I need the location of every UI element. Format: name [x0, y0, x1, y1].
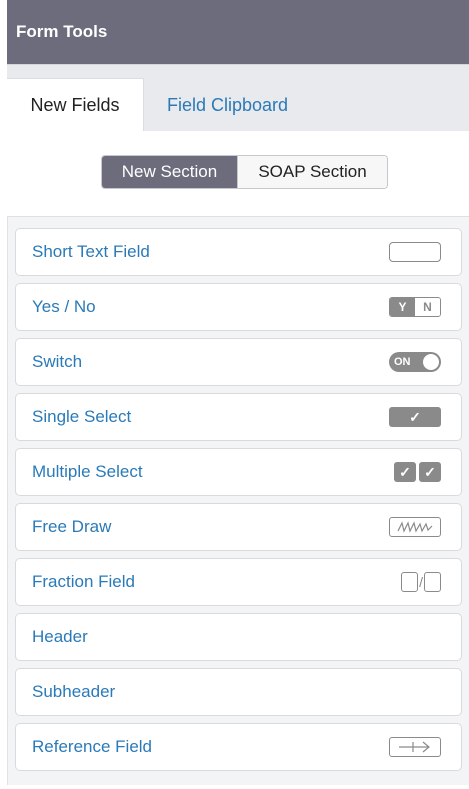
switch-icon: ON — [389, 352, 441, 372]
field-label: Subheader — [32, 682, 116, 701]
field-multiple-select[interactable]: Multiple Select ✓ ✓ — [15, 448, 462, 496]
multi-check-mark-1: ✓ — [394, 462, 416, 482]
field-label: Yes / No — [32, 297, 96, 316]
panel-header: Form Tools — [7, 0, 469, 64]
field-label: Single Select — [32, 407, 132, 426]
field-single-select[interactable]: Single Select ✓ — [15, 393, 462, 441]
multi-check-icon: ✓ ✓ — [394, 462, 441, 482]
single-check-mark: ✓ — [389, 407, 441, 427]
text-input-icon — [389, 242, 441, 262]
tab-bar: New Fields Field Clipboard — [7, 64, 469, 132]
field-free-draw[interactable]: Free Draw — [15, 503, 462, 551]
switch-icon-text: ON — [389, 352, 441, 372]
yes-no-icon-y: Y — [390, 298, 415, 316]
field-label: Reference Field — [32, 737, 153, 756]
field-subheader[interactable]: Subheader — [15, 668, 462, 716]
signature-icon — [389, 517, 441, 537]
field-label: Free Draw — [32, 517, 112, 536]
soap-section-button[interactable]: SOAP Section — [237, 156, 387, 188]
field-switch[interactable]: Switch ON — [15, 338, 462, 386]
field-reference[interactable]: Reference Field — [15, 723, 462, 771]
tab-field-clipboard[interactable]: Field Clipboard — [167, 78, 288, 132]
form-tools-panel: Form Tools New Fields Field Clipboard Ne… — [7, 0, 469, 789]
section-toggle: New Section SOAP Section — [101, 155, 388, 189]
fraction-icon: / — [401, 572, 441, 592]
yes-no-icon-n: N — [415, 298, 440, 316]
field-yes-no[interactable]: Yes / No Y N — [15, 283, 462, 331]
panel-title: Form Tools — [16, 22, 108, 41]
field-label: Switch — [32, 352, 83, 371]
reference-arrow-icon — [389, 737, 441, 757]
tab-new-fields[interactable]: New Fields — [7, 78, 144, 132]
fraction-slash: / — [419, 574, 423, 590]
section-toggle-area: New Section SOAP Section — [7, 131, 469, 217]
yes-no-icon: Y N — [389, 297, 441, 317]
single-check-icon: ✓ — [389, 407, 441, 427]
field-label: Header — [32, 627, 88, 646]
field-label: Short Text Field — [32, 242, 150, 261]
field-label: Fraction Field — [32, 572, 135, 591]
new-section-button[interactable]: New Section — [102, 156, 237, 188]
field-short-text[interactable]: Short Text Field — [15, 228, 462, 276]
field-list: Short Text Field Yes / No Y N Switch ON … — [7, 217, 469, 785]
field-header[interactable]: Header — [15, 613, 462, 661]
field-label: Multiple Select — [32, 462, 143, 481]
field-fraction[interactable]: Fraction Field / — [15, 558, 462, 606]
multi-check-mark-2: ✓ — [419, 462, 441, 482]
